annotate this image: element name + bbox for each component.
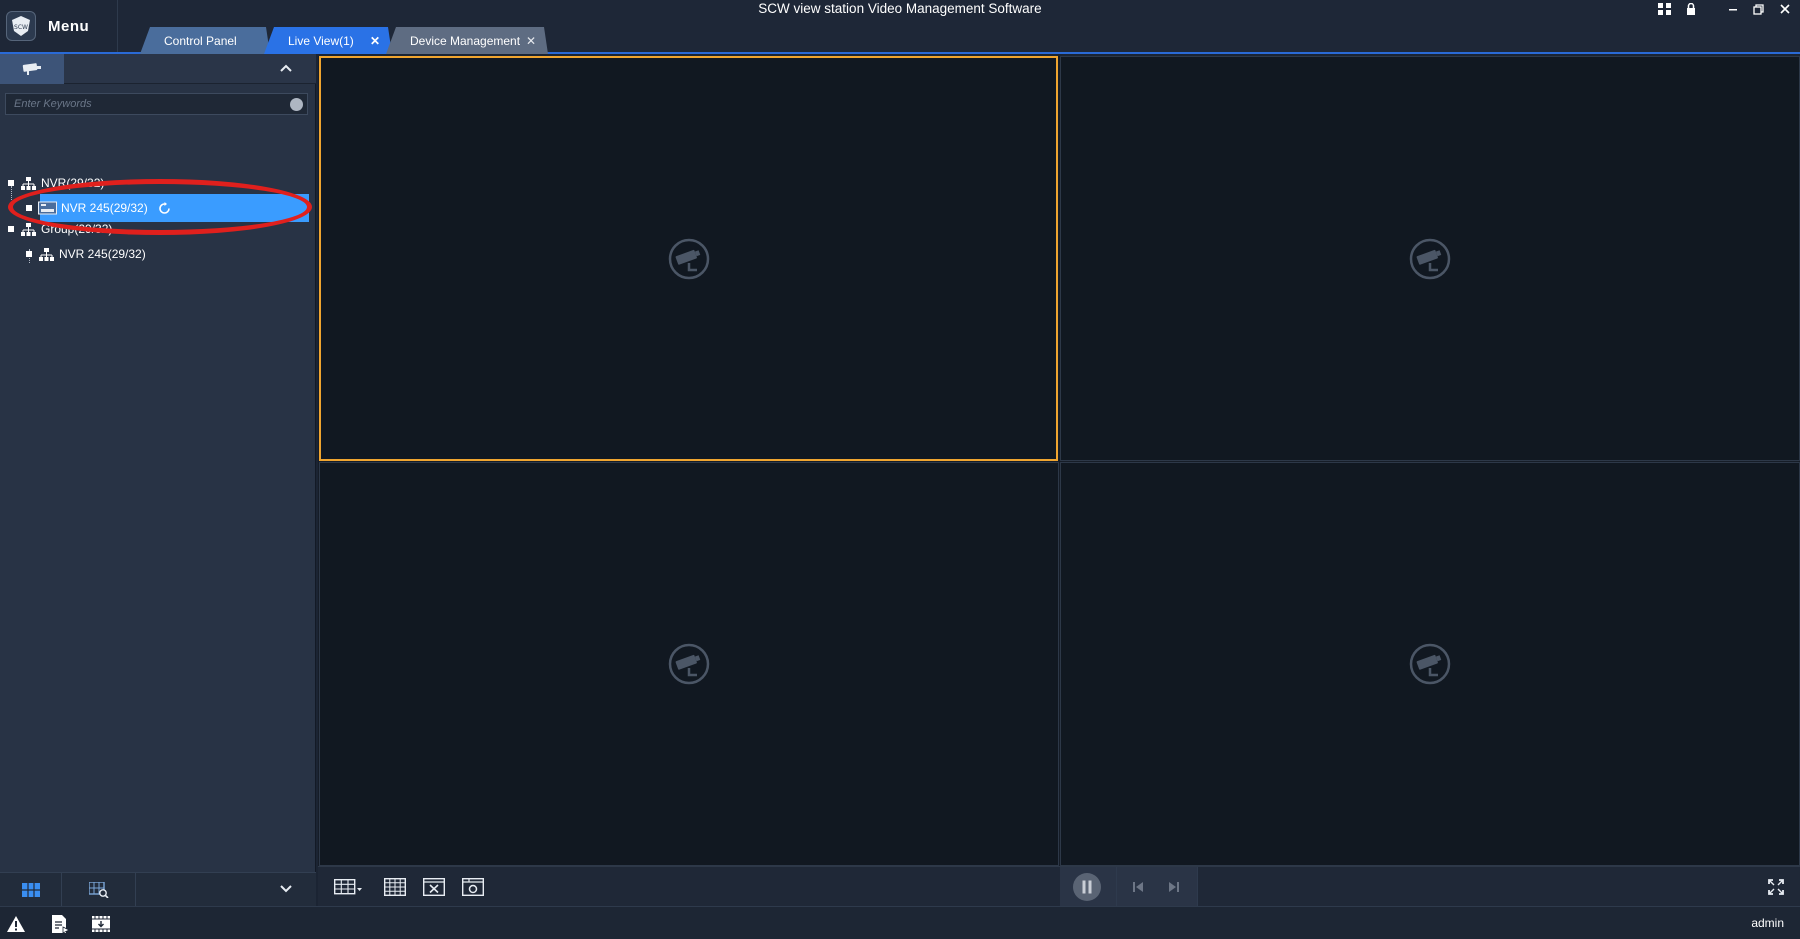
grid-view-icon [21,883,40,897]
org-tree-icon [20,222,38,236]
expand-toggle[interactable] [8,226,14,232]
tab-live-view[interactable]: Live View(1) ✕ [264,27,392,54]
tab-device-management[interactable]: Device Management ✕ [386,27,548,54]
no-camera-icon [668,238,709,279]
log-document-icon[interactable] [50,913,70,935]
tree-node-label: NVR 245(29/32) [59,247,146,261]
fullscreen-icon [1768,879,1784,895]
app-window: SCW Menu SCW view station Video Manageme… [0,0,1800,939]
lock-icon[interactable] [1682,2,1700,16]
separator [1116,867,1117,907]
shield-logo-icon: SCW [12,16,30,36]
layout-icon[interactable] [1656,2,1674,16]
close-all-windows-button[interactable] [421,875,447,899]
next-button[interactable] [1164,875,1184,899]
tab-close-icon[interactable]: ✕ [526,34,536,48]
device-panel: NVR(29/32) NVR 245(29/32) Group(29/32) [0,54,316,907]
window-controls [1656,2,1794,16]
close-icon[interactable] [1776,2,1794,16]
tab-bar: Control Panel Live View(1) ✕ Device Mana… [140,27,542,54]
playback-controls [1060,867,1198,907]
close-window-icon [423,878,445,896]
live-view-mode-button[interactable] [0,873,62,907]
device-panel-header [0,54,316,84]
tab-label: Live View(1) [288,33,354,48]
camera-tab[interactable] [0,54,64,84]
video-cell-3[interactable] [319,462,1059,866]
clear-search-icon[interactable] [290,98,303,111]
no-camera-icon [1409,643,1451,685]
grid-search-icon [88,882,109,898]
custom-layout-button[interactable] [382,875,408,899]
pause-button[interactable] [1072,872,1102,902]
fullscreen-button[interactable] [1764,875,1788,899]
expand-down-icon[interactable] [280,881,292,896]
expand-toggle[interactable] [8,180,14,186]
video-cell-2[interactable] [1060,56,1800,461]
tree-node-group-nvr-245[interactable]: NVR 245(29/32) [26,243,146,265]
status-bar: admin [0,906,1800,939]
tab-close-icon[interactable]: ✕ [370,34,380,48]
skip-back-icon [1133,882,1143,892]
video-cell-1[interactable] [319,56,1058,461]
previous-button[interactable] [1128,875,1148,899]
device-panel-footer [0,872,316,907]
tab-label: Device Management [410,33,521,48]
expand-toggle[interactable] [26,251,32,257]
current-user[interactable]: admin [1751,916,1784,930]
app-title: SCW view station Video Management Softwa… [758,1,1042,16]
separator [1197,867,1198,907]
split-layout-dropdown[interactable] [332,875,364,899]
snapshot-button[interactable] [460,875,486,899]
video-cell-4[interactable] [1060,462,1800,866]
no-camera-icon [668,643,710,685]
search-playback-button[interactable] [62,873,136,907]
grid-custom-icon [384,878,406,896]
no-camera-icon [1409,238,1451,279]
pause-icon [1073,873,1101,901]
annotation-highlight-ellipse [8,179,312,235]
tab-label: Control Panel [164,33,237,48]
skip-forward-icon [1169,882,1179,892]
recording-download-icon[interactable] [91,913,111,935]
org-tree-icon [20,176,38,190]
grid-layout-icon [334,879,362,895]
live-video-grid [318,56,1800,866]
minimize-icon[interactable] [1724,2,1742,16]
video-toolbar [318,866,1800,907]
camera-icon [22,63,41,75]
collapse-up-icon[interactable] [280,60,292,75]
search-input[interactable] [6,94,276,114]
alarm-warning-icon[interactable] [6,913,26,935]
keyword-search [5,93,308,115]
title-bar: SCW Menu SCW view station Video Manageme… [0,0,1800,54]
svg-text:SCW: SCW [14,24,28,31]
org-tree-icon [38,247,56,261]
menu-label: Menu [48,17,90,35]
tab-control-panel[interactable]: Control Panel [140,27,270,54]
restore-icon[interactable] [1750,2,1768,16]
snapshot-icon [462,878,484,896]
